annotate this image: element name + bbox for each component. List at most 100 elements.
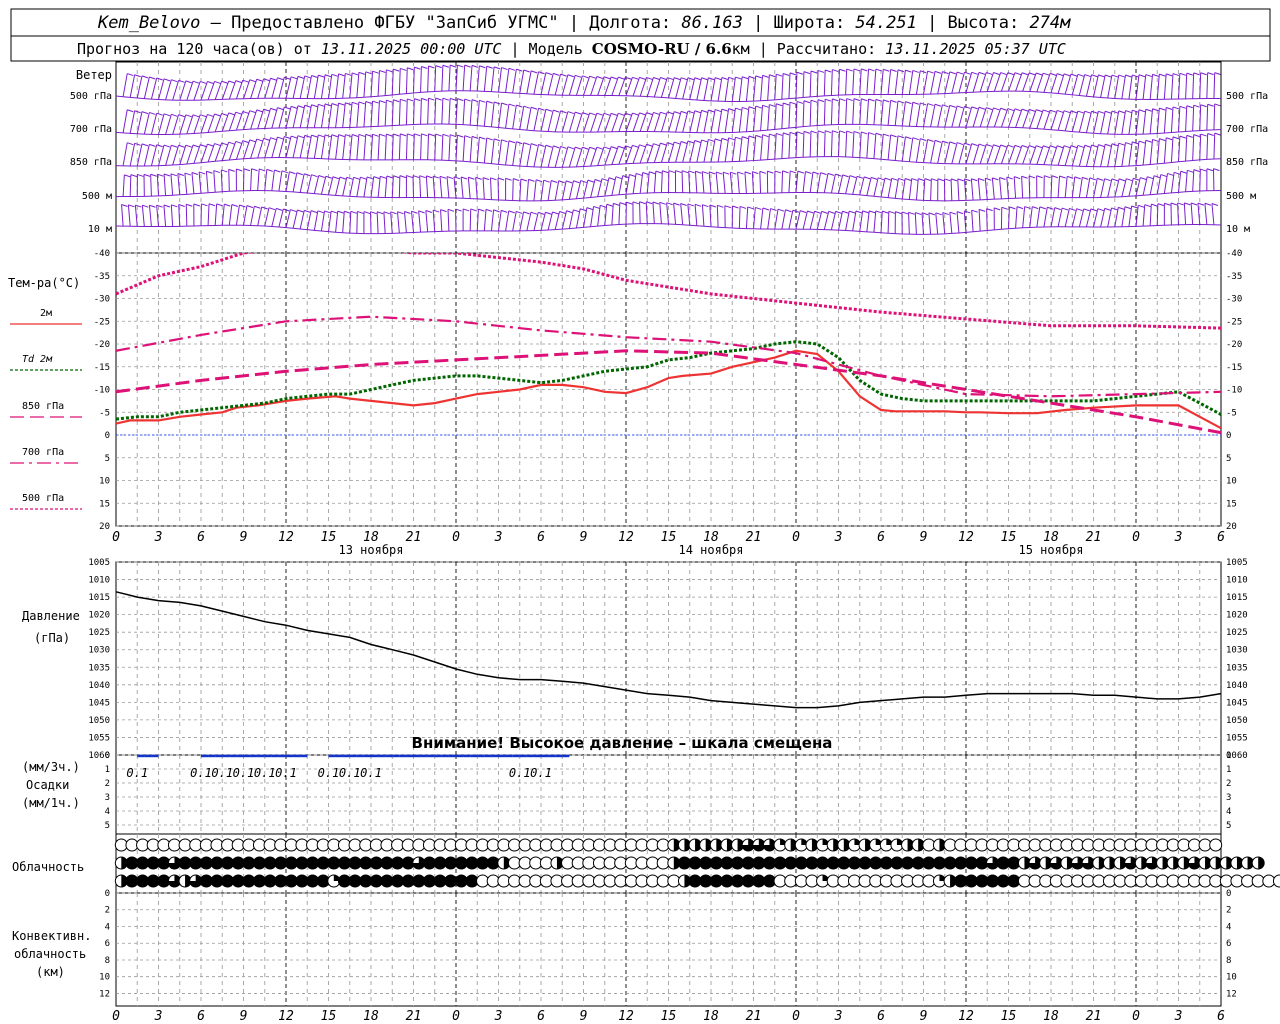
wind-barb-flag [957,178,964,182]
wind-barb-staff [482,177,485,200]
precip-bar [555,754,563,758]
temp-xtick: 6 [197,530,205,545]
wind-barb-flag [589,146,596,150]
wind-barb-staff [278,208,284,228]
wind-barb-flag [912,69,919,73]
wind-barb-staff [257,78,265,99]
wind-barb-staff [1008,72,1016,92]
wind-barb-flag [235,111,242,115]
wind-barb-staff [455,98,458,125]
wind-barb-staff [653,143,661,163]
wind-barb-staff [243,205,248,226]
wind-barb-staff [533,212,539,231]
precip-ytick-right: 4 [1226,807,1231,817]
wind-barb-staff [158,144,165,166]
precip-bar [477,754,485,758]
wind-barb-flag [1125,142,1132,146]
wind-barb-staff [200,143,208,163]
wind-barb-staff [561,111,569,133]
wind-barb-staff [767,134,770,160]
precip-bar [385,754,393,758]
precip-bar [562,754,570,758]
wind-barb-flag [1179,135,1187,139]
press-ytick-right: 1030 [1226,646,1248,656]
conv-xtick: 3 [494,1009,503,1024]
wind-barb-flag [254,205,261,209]
wind-barb-staff [554,146,562,168]
precip-amount-label: 0.1 [190,766,212,780]
wind-barb-flag [297,105,305,109]
wind-barb-flag [812,171,820,175]
wind-barb-flag [566,210,573,214]
wind-barb-staff [1043,110,1051,130]
wind-barb-flag [296,172,304,176]
wind-barb-flag [708,138,715,142]
wind-barb-flag [601,178,609,182]
wind-barb-flag [890,69,897,72]
wind-barb-staff [335,103,340,128]
wind-barb-flag [1138,109,1146,113]
wind-barb-staff [271,136,278,158]
wind-barb-flag [1070,73,1078,77]
wind-barb-staff [965,106,973,128]
wind-barb-flag [680,141,688,144]
wind-barb-flag [702,171,709,175]
wind-barb-staff [653,112,661,132]
wind-barb-flag [574,111,582,115]
wind-barb-staff [505,103,510,129]
wind-barb-staff [583,76,591,96]
press-ytick-left: 1020 [88,611,110,621]
wind-barb-flag [201,203,208,207]
wind-barb-staff [214,81,223,100]
wind-barb-flag [228,112,235,116]
longitude-value: 86.163 [681,13,742,33]
conv-ytick-left: 4 [105,922,110,932]
wind-barb-staff [852,176,858,195]
conv-xtick: 6 [197,1009,205,1024]
conv-xtick: 9 [240,1009,248,1024]
conv-xtick: 9 [580,1009,588,1024]
wind-barb-flag [1133,177,1140,181]
wind-barb-staff [1071,176,1076,198]
wind-barb-flag [1187,169,1194,173]
wind-barb-flag [978,71,986,75]
wind-barb-flag [759,170,766,174]
wind-barb-flag [149,204,156,208]
wind-barb-staff [963,210,967,233]
wind-barb-staff [349,102,353,128]
wind-barb-flag [304,75,311,79]
wind-barb-flag [835,210,842,214]
wind-barb-flag [543,179,550,183]
wind-barb-flag [216,203,223,207]
wind-barb-flag [200,114,207,118]
wind-barb-staff [405,98,408,125]
wind-barb-flag [702,204,709,208]
wind-barb-staff [235,204,240,226]
wind-barb-staff [971,210,974,232]
wind-barb-staff [335,73,340,99]
wind-barb-flag [985,177,992,181]
wind-barb-flag [842,210,849,214]
wind-barb-staff [299,75,306,99]
wind-barb-flag [552,211,559,215]
wind-barb-flag [1056,109,1064,113]
wind-barb-flag [642,172,649,176]
wind-barb-staff [432,210,436,232]
wind-barb-flag [635,172,643,176]
wind-barb-staff [823,69,826,96]
wind-barb-flag [721,108,729,112]
wind-barb-staff [306,104,312,128]
wind-barb-flag [149,143,156,147]
wind-barb-flag [839,98,846,102]
wind-barb-flag [715,171,723,175]
wind-barb-staff [483,209,487,231]
wind-barb-flag [1077,144,1085,148]
wind-barb-flag [249,110,256,114]
wind-barb-flag [934,70,942,74]
precip-bar [441,754,449,758]
wind-barb-staff [519,142,525,167]
wind-barb-flag [950,178,958,182]
altitude-label: | Высота: [917,13,1030,33]
wind-barb-flag [762,207,770,211]
wind-barb-staff [1199,72,1202,99]
